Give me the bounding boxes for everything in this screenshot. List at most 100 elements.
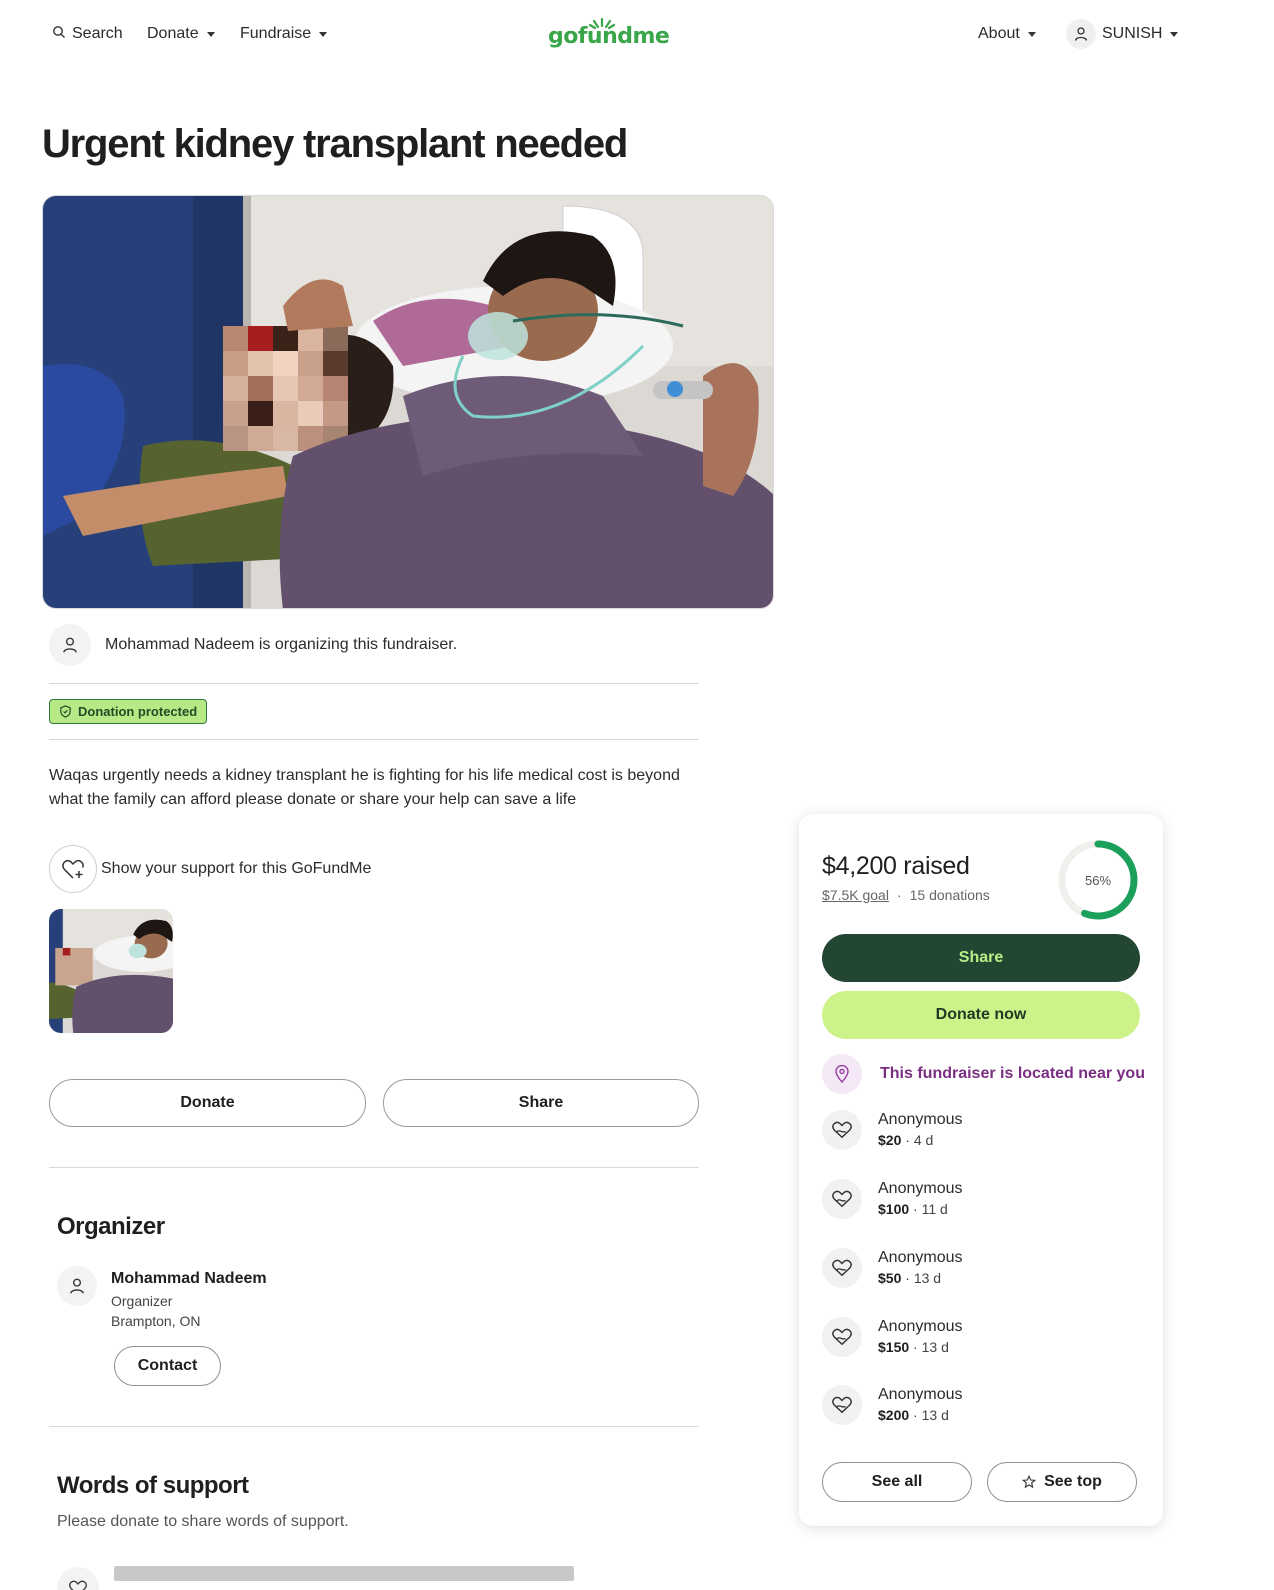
fundraise-menu[interactable]: Fundraise [240,22,328,46]
donor-meta: $150 · 13 d [878,1337,963,1357]
search-icon [52,25,66,44]
donor-name: Anonymous [878,1111,963,1128]
chevron-down-icon [206,31,215,37]
gofundme-logo[interactable]: gofundme [548,16,670,52]
divider [49,683,699,684]
donor-name: Anonymous [878,1249,963,1266]
donor-info: Anonymous $200 · 13 d [878,1385,963,1425]
see-all-button[interactable]: See all [822,1462,972,1502]
heart-hand-icon [822,1110,862,1150]
donor-row: Anonymous $20 · 4 d [822,1110,963,1150]
donor-age: 13 d [921,1339,949,1355]
heart-hand-icon [822,1179,862,1219]
badge-label: Donation protected [78,704,198,719]
organizer-location: Brampton, ON [111,1313,201,1329]
donor-info: Anonymous $150 · 13 d [878,1317,963,1357]
contact-button[interactable]: Contact [114,1346,221,1386]
donor-meta: $200 · 13 d [878,1405,963,1425]
location-notice: This fundraiser is located near you [822,1054,1145,1094]
donate-menu[interactable]: Donate [147,22,215,46]
words-of-support-subtitle: Please donate to share words of support. [57,1513,349,1530]
star-icon [1022,1475,1037,1489]
user-avatar [1066,19,1096,49]
fundraise-menu-label: Fundraise [240,25,312,42]
organizer-heading: Organizer [57,1213,165,1240]
organizer-name: Mohammad Nadeem [111,1270,267,1287]
donor-name: Anonymous [878,1180,963,1197]
chevron-down-icon [319,31,328,37]
donor-meta: $50 · 13 d [878,1268,963,1288]
heart-hand-icon [822,1317,862,1357]
loading-placeholder [114,1566,574,1581]
photo-thumbnail-image [49,909,173,1033]
donor-separator: · [909,1407,922,1423]
organizer-summary-text: Mohammad Nadeem is organizing this fundr… [105,636,458,653]
share-button[interactable]: Share [383,1079,699,1127]
amount-raised: $4,200 raised [822,852,970,880]
words-of-support-heading: Words of support [57,1472,249,1499]
goal-and-donations: $7.5K goal · 15 donations [822,887,990,903]
campaign-story: Waqas urgently needs a kidney transplant… [49,767,680,808]
user-name: SUNISH [1102,25,1163,42]
about-menu[interactable]: About [978,22,1036,46]
organizer-avatar [49,624,91,666]
donate-menu-label: Donate [147,25,199,42]
search-label: Search [72,25,123,42]
see-top-label: See top [1044,1473,1102,1490]
meta-separator: · [896,887,902,903]
donor-separator: · [901,1132,914,1148]
page-title: Urgent kidney transplant needed [42,122,628,166]
organizer-details: Mohammad Nadeem Organizer Brampton, ON [111,1266,267,1329]
goal-link[interactable]: $7.5K goal [822,887,889,903]
top-navigation: Search Donate Fundraise gofundme About S… [0,0,1274,68]
donation-summary-card: $4,200 raised $7.5K goal · 15 donations … [799,814,1163,1526]
donor-amount: $200 [878,1407,910,1423]
share-primary-button[interactable]: Share [822,934,1140,982]
location-pin-icon [822,1054,862,1094]
support-avatar [57,1567,99,1590]
heart-plus-icon[interactable] [49,845,97,893]
donation-protected-badge[interactable]: Donation protected [49,699,208,724]
donor-age: 13 d [921,1407,949,1423]
organizer-card: Mohammad Nadeem Organizer Brampton, ON [57,1266,267,1329]
logo-text: gofundme [548,24,670,49]
user-icon [70,1278,84,1294]
organizer-summary: Mohammad Nadeem is organizing this fundr… [49,624,457,666]
photo-thumbnail[interactable] [49,909,173,1033]
donation-count: 15 donations [909,887,990,903]
donor-row: Anonymous $150 · 13 d [822,1317,963,1357]
donor-info: Anonymous $20 · 4 d [878,1110,963,1150]
donate-button[interactable]: Donate [49,1079,366,1127]
donor-row: Anonymous $200 · 13 d [822,1385,963,1425]
search-link[interactable]: Search [52,22,123,46]
donor-name: Anonymous [878,1318,963,1335]
about-menu-label: About [978,25,1020,42]
divider [49,739,699,740]
donor-info: Anonymous $100 · 11 d [878,1179,963,1219]
organizer-avatar [57,1266,97,1306]
organizer-role: Organizer [111,1293,173,1309]
shield-icon [60,705,71,718]
donor-row: Anonymous $100 · 11 d [822,1179,963,1219]
donor-amount: $20 [878,1132,902,1148]
see-top-button[interactable]: See top [987,1462,1137,1502]
campaign-photo[interactable] [42,195,774,609]
heart-hand-icon [822,1248,862,1288]
progress-percent: 56% [1084,872,1112,888]
heart-hand-icon [69,1580,87,1590]
donor-meta: $20 · 4 d [878,1130,963,1150]
donate-now-button[interactable]: Donate now [822,991,1140,1039]
location-notice-text: This fundraiser is located near you [880,1065,1145,1082]
user-menu[interactable]: SUNISH [1066,19,1179,49]
chevron-down-icon [1170,31,1179,37]
show-support-label: Show your support for this GoFundMe [101,860,372,877]
donor-separator: · [901,1270,914,1286]
donor-row: Anonymous $50 · 13 d [822,1248,963,1288]
show-support-row[interactable]: Show your support for this GoFundMe [49,845,371,893]
donor-info: Anonymous $50 · 13 d [878,1248,963,1288]
donor-meta: $100 · 11 d [878,1199,963,1219]
donor-amount: $150 [878,1339,910,1355]
chevron-down-icon [1027,31,1036,37]
user-icon [63,637,77,653]
user-icon [1074,27,1088,41]
